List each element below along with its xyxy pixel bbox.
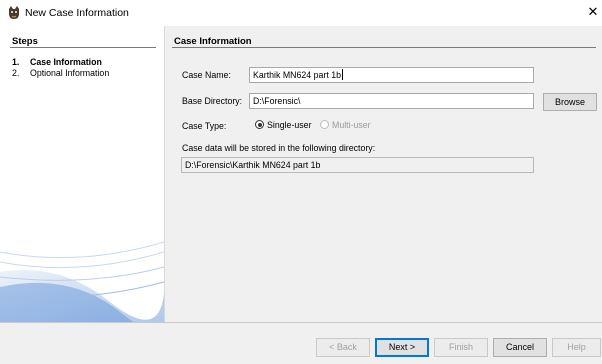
finish-button: Finish <box>434 338 488 357</box>
steps-divider <box>10 47 156 48</box>
multi-user-radio: Multi-user <box>320 120 371 130</box>
text-caret <box>342 69 344 80</box>
step-item-optional-information: 2. Optional Information <box>12 68 109 78</box>
radio-checked-icon <box>255 120 264 129</box>
window-title: New Case Information <box>25 7 129 19</box>
close-icon[interactable]: ✕ <box>586 4 600 20</box>
base-directory-value: D:\Forensic\ <box>253 96 301 106</box>
next-button[interactable]: Next > <box>375 338 429 357</box>
step-label: Case Information <box>30 57 102 67</box>
multi-user-label: Multi-user <box>332 120 371 130</box>
browse-button[interactable]: Browse <box>543 93 597 111</box>
step-item-case-information: 1. Case Information <box>12 57 102 67</box>
help-button: Help <box>552 338 601 357</box>
base-directory-input[interactable]: D:\Forensic\ <box>249 93 534 109</box>
step-label: Optional Information <box>30 68 110 78</box>
case-name-input[interactable]: Karthik MN624 part 1b <box>249 67 534 83</box>
steps-title: Steps <box>12 36 38 47</box>
wave-decoration <box>0 241 164 322</box>
storage-path-label: Case data will be stored in the followin… <box>182 143 376 153</box>
section-title: Case Information <box>174 36 252 47</box>
step-number: 2. <box>12 68 20 78</box>
case-name-value: Karthik MN624 part 1b <box>253 70 342 80</box>
case-name-label: Case Name: <box>182 70 231 80</box>
title-bar: New Case Information ✕ <box>0 0 602 26</box>
cancel-button[interactable]: Cancel <box>493 338 547 357</box>
back-button: < Back <box>316 338 370 357</box>
autopsy-dog-icon <box>7 6 21 20</box>
radio-unchecked-icon <box>320 120 329 129</box>
section-divider <box>172 47 596 48</box>
single-user-radio[interactable]: Single-user <box>255 120 312 130</box>
storage-path-field: D:\Forensic\Karthik MN624 part 1b <box>181 157 534 173</box>
case-type-label: Case Type: <box>182 121 227 131</box>
steps-panel: Steps 1. Case Information 2. Optional Info… <box>0 26 165 322</box>
step-number: 1. <box>12 57 20 67</box>
footer-divider <box>0 322 602 323</box>
single-user-label: Single-user <box>267 120 312 130</box>
base-directory-label: Base Directory: <box>182 96 243 106</box>
